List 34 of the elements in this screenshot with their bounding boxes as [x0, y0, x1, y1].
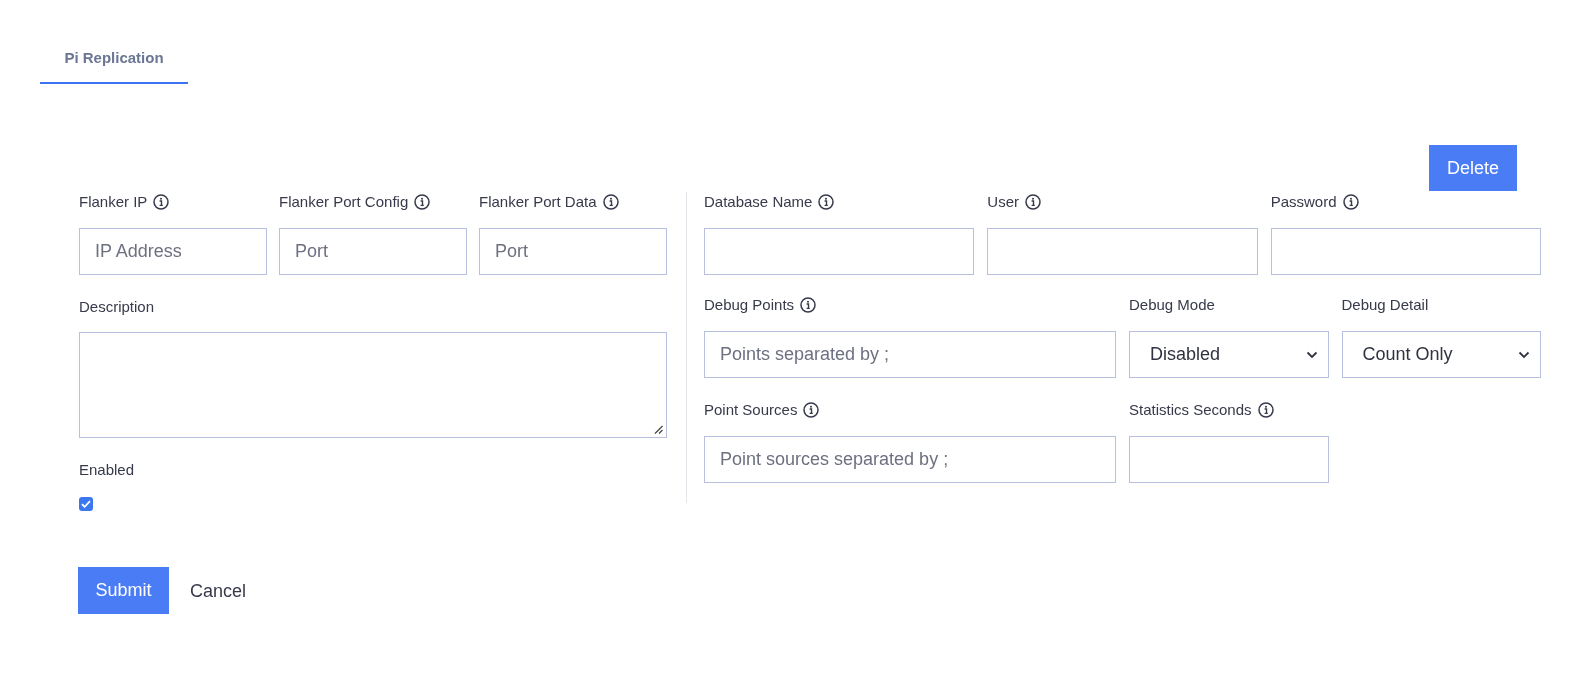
text-field[interactable]: [1270, 228, 1541, 275]
chevron-down-icon: [1305, 350, 1318, 359]
text-field[interactable]: [987, 228, 1258, 275]
field-label: Debug Mode: [1129, 295, 1215, 315]
text-field[interactable]: Port: [279, 228, 467, 275]
field-label: Description: [79, 297, 155, 317]
field-label: User: [987, 192, 1019, 212]
resize-grip-icon: [654, 425, 663, 434]
dropdown[interactable]: Disabled: [1129, 331, 1329, 378]
text-field[interactable]: Point sources separated by ;: [704, 436, 1116, 483]
delete-button[interactable]: Delete: [1429, 145, 1517, 191]
field-label: Flanker IP: [79, 192, 148, 212]
cancel-button[interactable]: Cancel: [190, 578, 247, 603]
text-field[interactable]: Points separated by ;: [704, 331, 1116, 378]
text-field[interactable]: [704, 228, 975, 275]
chevron-down-icon: [1518, 350, 1530, 359]
text-field[interactable]: IP Address: [79, 228, 267, 275]
tab[interactable]: Pi Replication: [40, 34, 188, 84]
field-label: Statistics Seconds: [1129, 400, 1252, 420]
checkmark-icon: [81, 500, 91, 508]
field-label: Flanker Port Config: [279, 192, 409, 212]
text-field[interactable]: [1129, 436, 1329, 483]
field-label: Debug Detail: [1341, 295, 1429, 315]
submit-button[interactable]: Submit: [78, 567, 169, 614]
dropdown[interactable]: Count Only: [1341, 331, 1541, 378]
field-label: Database Name: [704, 192, 813, 212]
checkbox[interactable]: [79, 497, 93, 511]
field-label: Debug Points: [704, 295, 795, 315]
text-field[interactable]: Port: [479, 228, 667, 275]
field-label: Flanker Port Data: [479, 192, 597, 212]
description-field[interactable]: [79, 332, 667, 438]
field-label: Password: [1270, 192, 1337, 212]
field-label: Enabled: [79, 460, 135, 480]
field-label: Point Sources: [704, 400, 798, 420]
